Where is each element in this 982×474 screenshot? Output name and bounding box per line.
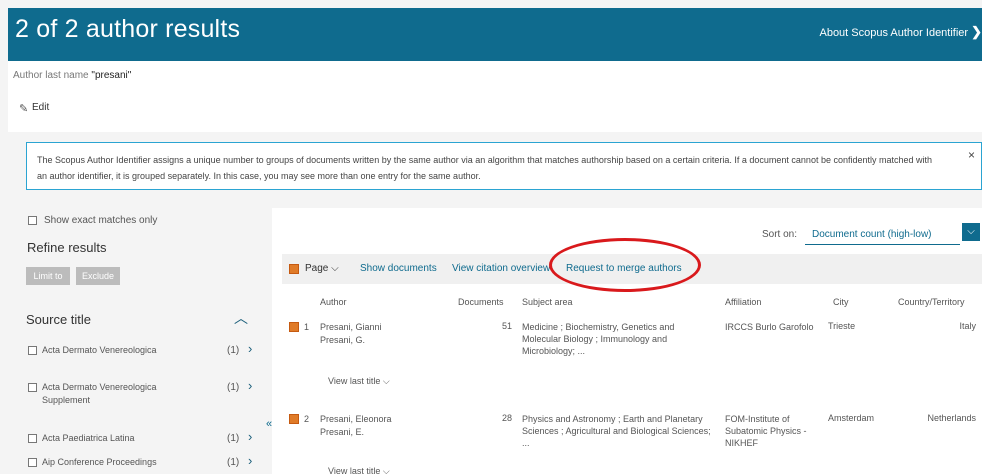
country: Italy bbox=[959, 321, 976, 331]
author-name-variant: Presani, E. bbox=[320, 427, 365, 437]
chevron-right-icon[interactable]: › bbox=[248, 379, 252, 392]
country: Netherlands bbox=[927, 413, 976, 423]
author-name-link[interactable]: Presani, Eleonora bbox=[320, 413, 392, 426]
edit-button[interactable]: ✎ Edit bbox=[19, 102, 49, 115]
close-icon[interactable]: × bbox=[968, 148, 975, 162]
refine-results-title: Refine results bbox=[27, 240, 107, 255]
pencil-icon[interactable]: ✎ bbox=[19, 102, 28, 115]
about-link-label[interactable]: About Scopus Author Identifier bbox=[819, 27, 968, 39]
sort-label: Sort on: bbox=[762, 229, 798, 240]
author-name-link[interactable]: Presani, Gianni bbox=[320, 321, 382, 334]
table-row: 2 Presani, Eleonora Presani, E. 28 Physi… bbox=[282, 410, 982, 458]
chevron-right-icon[interactable]: ❯ bbox=[971, 24, 982, 39]
subject-area: Physics and Astronomy ; Earth and Planet… bbox=[522, 414, 711, 448]
affiliation: IRCCS Burlo Garofolo bbox=[725, 322, 814, 332]
view-last-title-toggle[interactable]: View last title ⌵ bbox=[328, 376, 390, 387]
source-filter-label: Acta Paediatrica Latina bbox=[42, 433, 135, 443]
city: Amsterdam bbox=[828, 413, 875, 423]
row-checkbox[interactable] bbox=[289, 322, 299, 332]
documents-count[interactable]: 28 bbox=[472, 413, 512, 423]
source-filter-count: (1) bbox=[227, 345, 240, 356]
results-panel: Sort on: Document count (high-low) ⌵ Pag… bbox=[272, 208, 982, 474]
view-citation-overview-link[interactable]: View citation overview bbox=[452, 263, 550, 274]
select-page-checkbox[interactable] bbox=[289, 264, 299, 274]
request-merge-authors-link[interactable]: Request to merge authors bbox=[566, 263, 682, 274]
author-cell: Presani, Gianni Presani, G. bbox=[320, 321, 382, 347]
checkbox-icon[interactable] bbox=[28, 383, 37, 392]
query-label: Author last name bbox=[13, 70, 89, 81]
author-cell: Presani, Eleonora Presani, E. bbox=[320, 413, 392, 439]
edit-label[interactable]: Edit bbox=[32, 102, 49, 113]
row-number: 2 bbox=[304, 414, 310, 424]
about-author-identifier-link[interactable]: About Scopus Author Identifier ❯ bbox=[819, 24, 982, 40]
column-header-author[interactable]: Author bbox=[320, 297, 347, 307]
info-banner: The Scopus Author Identifier assigns a u… bbox=[26, 142, 982, 190]
documents-count[interactable]: 51 bbox=[472, 321, 512, 331]
source-filter-count: (1) bbox=[227, 457, 240, 468]
page-select-dropdown[interactable]: Page ⌵ bbox=[305, 263, 339, 274]
row-checkbox[interactable] bbox=[289, 414, 299, 424]
checkbox-icon[interactable] bbox=[28, 458, 37, 467]
city: Trieste bbox=[828, 321, 856, 331]
sort-underline bbox=[805, 244, 960, 245]
source-filter-label: Acta Dermato Venereologica Supplement bbox=[42, 382, 157, 405]
chevron-right-icon[interactable]: › bbox=[248, 342, 252, 355]
info-banner-text: The Scopus Author Identifier assigns a u… bbox=[37, 155, 933, 181]
chevron-up-icon[interactable]: ︿ bbox=[234, 308, 248, 328]
subject-area: Medicine ; Biochemistry, Genetics and Mo… bbox=[522, 322, 675, 356]
view-last-title-toggle[interactable]: View last title ⌵ bbox=[328, 466, 390, 474]
column-header-affiliation[interactable]: Affiliation bbox=[725, 297, 761, 307]
show-documents-link[interactable]: Show documents bbox=[360, 263, 437, 274]
source-filter-count: (1) bbox=[227, 433, 240, 444]
column-header-subject-area[interactable]: Subject area bbox=[522, 297, 573, 307]
exact-matches-checkbox[interactable]: Show exact matches only bbox=[28, 215, 157, 226]
query-value: "presani" bbox=[91, 70, 132, 81]
limit-to-button[interactable]: Limit to bbox=[26, 267, 70, 285]
source-filter-label: Acta Dermato Venereologica bbox=[42, 345, 157, 355]
author-name-variant: Presani, G. bbox=[320, 335, 366, 345]
source-filter-count: (1) bbox=[227, 382, 240, 393]
page-header: 2 of 2 author results About Scopus Autho… bbox=[8, 8, 982, 61]
affiliation: FOM-Institute of Subatomic Physics - NIK… bbox=[725, 414, 807, 448]
source-title-heading: Source title bbox=[26, 312, 92, 327]
page-title: 2 of 2 author results bbox=[15, 15, 241, 43]
column-header-city[interactable]: City bbox=[833, 297, 849, 307]
checkbox-icon[interactable] bbox=[28, 434, 37, 443]
row-number: 1 bbox=[304, 322, 310, 332]
query-summary: Author last name "presani" bbox=[13, 70, 131, 81]
chevron-right-icon[interactable]: › bbox=[248, 454, 252, 467]
exact-matches-label[interactable]: Show exact matches only bbox=[44, 215, 157, 226]
exclude-button[interactable]: Exclude bbox=[76, 267, 120, 285]
column-header-documents[interactable]: Documents bbox=[458, 297, 504, 307]
query-area: Author last name "presani" ✎ Edit bbox=[8, 61, 982, 132]
column-header-country[interactable]: Country/Territory bbox=[898, 297, 965, 307]
checkbox-icon[interactable] bbox=[28, 215, 37, 225]
chevron-right-icon[interactable]: › bbox=[248, 430, 252, 443]
table-row: 1 Presani, Gianni Presani, G. 51 Medicin… bbox=[282, 318, 982, 366]
sort-select[interactable]: Document count (high-low) bbox=[812, 229, 932, 240]
source-filter-label: Aip Conference Proceedings bbox=[42, 457, 157, 467]
results-toolbar: Page ⌵ Show documents View citation over… bbox=[282, 254, 982, 284]
chevron-down-icon[interactable]: ⌵ bbox=[962, 223, 980, 241]
checkbox-icon[interactable] bbox=[28, 346, 37, 355]
